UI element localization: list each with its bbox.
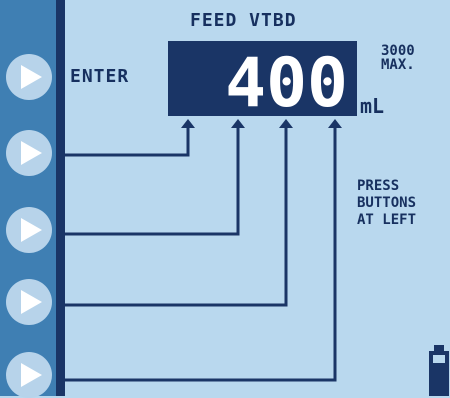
instruction-line: BUTTONS xyxy=(357,195,417,211)
up-arrow-icon xyxy=(231,119,245,128)
enter-label: ENTER xyxy=(70,66,130,87)
instruction-line: PRESS xyxy=(357,178,400,194)
screen-title: FEED VTBD xyxy=(190,10,297,31)
connector-line-digit-1 xyxy=(65,126,190,157)
up-arrow-icon xyxy=(279,119,293,128)
battery-icon xyxy=(429,345,449,396)
instruction-line: AT LEFT xyxy=(357,212,417,228)
up-arrow-icon xyxy=(181,119,195,128)
instructions-text: PRESS BUTTONS AT LEFT xyxy=(357,178,416,229)
max-label: MAX. xyxy=(381,57,415,73)
connector-line-digit-3 xyxy=(65,126,288,307)
pump-screen: FEED VTBD ENTER 400 3000 MAX. mL PRESS B… xyxy=(0,0,450,398)
max-limit: 3000 MAX. xyxy=(381,44,415,72)
up-arrow-icon xyxy=(328,119,342,128)
max-value: 3000 xyxy=(381,43,415,59)
value-digits: 400 xyxy=(225,44,348,116)
value-display: 400 xyxy=(168,41,357,116)
value-text: 400 xyxy=(225,44,348,116)
connector-line-digit-4 xyxy=(65,126,337,382)
unit-label: mL xyxy=(360,94,385,118)
connector-line-digit-2 xyxy=(65,126,240,236)
